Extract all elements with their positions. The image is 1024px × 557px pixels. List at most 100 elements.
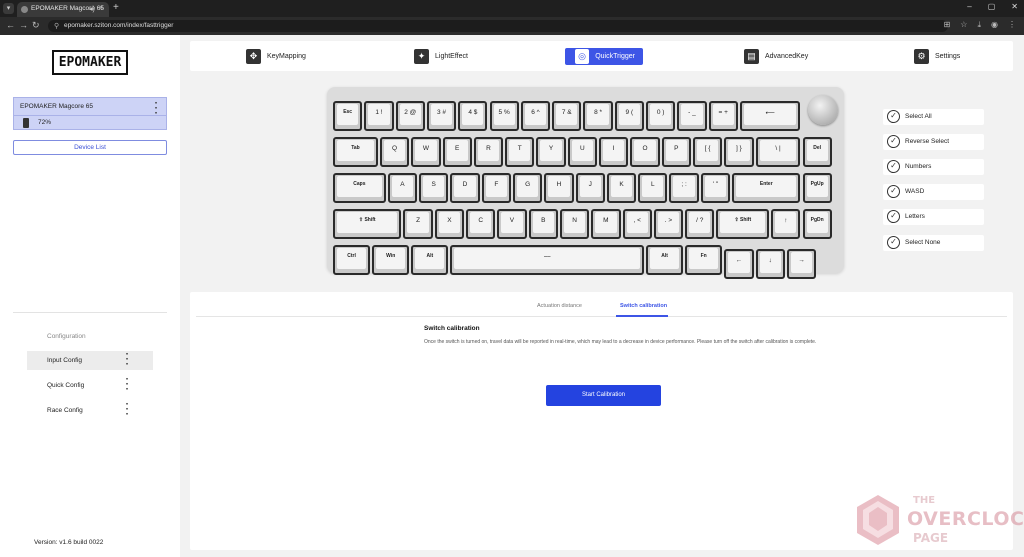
key[interactable]: Win	[372, 245, 410, 275]
select-none-button[interactable]: ✓ Select None	[883, 235, 984, 251]
translate-icon[interactable]: ⊞	[944, 20, 951, 30]
key[interactable]: U	[567, 137, 598, 167]
key[interactable]: C	[466, 209, 496, 239]
key[interactable]: I	[599, 137, 629, 167]
key[interactable]: H	[544, 173, 574, 203]
tab-settings[interactable]: ⚙ Settings	[914, 48, 960, 65]
key[interactable]: V	[497, 209, 527, 239]
minimize-button[interactable]: –	[967, 2, 971, 11]
key[interactable]: →	[786, 249, 817, 279]
key[interactable]: K	[606, 173, 637, 203]
config-more-icon[interactable]: · · ·	[126, 375, 129, 395]
key[interactable]: ↓	[755, 249, 785, 279]
key[interactable]: Enter	[732, 173, 801, 203]
letters-button[interactable]: ✓ Letters	[883, 209, 984, 225]
key[interactable]: 6 ^	[520, 101, 551, 131]
wasd-button[interactable]: ✓ WASD	[883, 184, 984, 200]
key[interactable]: W	[411, 137, 441, 167]
tab-search-icon[interactable]: ▾	[3, 3, 14, 14]
key[interactable]: 2 @	[395, 101, 425, 131]
key[interactable]: ' "	[700, 173, 731, 203]
key[interactable]: Y	[536, 137, 566, 167]
key[interactable]: - _	[677, 101, 707, 131]
key[interactable]: \ |	[755, 137, 801, 167]
key[interactable]: 9 (	[614, 101, 644, 131]
key[interactable]: Ctrl	[333, 245, 371, 275]
tab-quicktrigger[interactable]: ◎ QuickTrigger	[565, 48, 643, 65]
tab-switch-calibration[interactable]: Switch calibration	[620, 303, 667, 309]
key[interactable]: PgUp	[802, 173, 832, 203]
tab-keymapping[interactable]: ✥ KeyMapping	[246, 48, 306, 65]
back-icon[interactable]: ←	[6, 20, 15, 30]
key[interactable]: PgDn	[802, 209, 832, 239]
key[interactable]: D	[450, 173, 480, 203]
key[interactable]: R	[473, 137, 504, 167]
tab-lighteffect[interactable]: ✦ LightEffect	[414, 48, 468, 65]
key[interactable]: Tab	[333, 137, 378, 167]
key[interactable]: G	[512, 173, 543, 203]
reload-icon[interactable]: ↻	[32, 20, 40, 31]
config-more-icon[interactable]: · · ·	[126, 400, 129, 420]
url-field[interactable]: ⚲ epomaker.sziton.com/index/fasttrigger	[48, 20, 948, 32]
site-info-icon[interactable]: ⚲	[54, 22, 59, 30]
key[interactable]: ↑	[771, 209, 801, 239]
tab-close-icon[interactable]: ×	[99, 5, 103, 12]
key[interactable]: Fn	[685, 245, 723, 275]
key[interactable]: 3 #	[426, 101, 457, 131]
select-all-button[interactable]: ✓ Select All	[883, 109, 984, 125]
key[interactable]: E	[442, 137, 472, 167]
key[interactable]: Esc	[333, 101, 363, 131]
key[interactable]: ⎯⎯	[450, 245, 644, 275]
forward-icon[interactable]: →	[19, 20, 28, 30]
key[interactable]: 0 )	[646, 101, 676, 131]
key[interactable]: J	[575, 173, 605, 203]
close-window-button[interactable]: ✕	[1011, 2, 1018, 11]
key[interactable]: 8 *	[583, 101, 613, 131]
key[interactable]: ⟵	[739, 101, 801, 131]
key[interactable]: Alt	[646, 245, 684, 275]
speaker-icon[interactable]: ◂)	[89, 5, 95, 13]
key[interactable]: Z	[403, 209, 433, 239]
key[interactable]: F	[481, 173, 511, 203]
key[interactable]: Caps	[333, 173, 386, 203]
key[interactable]: ⇧ Shift	[333, 209, 402, 239]
key[interactable]: L	[638, 173, 668, 203]
key[interactable]: A	[387, 173, 418, 203]
new-tab-button[interactable]: +	[113, 2, 119, 13]
key[interactable]: ] }	[724, 137, 754, 167]
config-item-race[interactable]: Race Config · · ·	[27, 400, 153, 420]
download-icon[interactable]: ⤓	[977, 20, 981, 30]
key[interactable]: Del	[802, 137, 832, 167]
menu-icon[interactable]: ⋮	[1008, 20, 1016, 30]
config-more-icon[interactable]: · · ·	[126, 350, 129, 370]
key[interactable]: Q	[379, 137, 410, 167]
key[interactable]: 1 !	[364, 101, 394, 131]
key[interactable]: X	[434, 209, 465, 239]
key[interactable]: T	[505, 137, 535, 167]
tab-advancedkey[interactable]: ▤ AdvancedKey	[744, 48, 808, 65]
key[interactable]: 4 $	[458, 101, 488, 131]
key[interactable]: S	[419, 173, 449, 203]
key[interactable]: Alt	[411, 245, 449, 275]
key[interactable]: ←	[724, 249, 754, 279]
key[interactable]: . >	[653, 209, 684, 239]
key[interactable]: O	[630, 137, 660, 167]
browser-tab[interactable]: EPOMAKER Magcore 65 ◂) ×	[17, 2, 109, 17]
key[interactable]: 5 %	[489, 101, 519, 131]
key[interactable]: / ?	[685, 209, 715, 239]
device-card[interactable]: EPOMAKER Magcore 65 · · · 72%	[13, 97, 167, 130]
device-list-button[interactable]: Device List	[13, 140, 167, 155]
numbers-button[interactable]: ✓ Numbers	[883, 159, 984, 175]
key[interactable]: B	[528, 209, 558, 239]
key[interactable]: [ {	[692, 137, 723, 167]
key[interactable]: ; :	[669, 173, 699, 203]
maximize-button[interactable]: ▢	[988, 2, 996, 11]
key[interactable]: = +	[708, 101, 738, 131]
reverse-select-button[interactable]: ✓ Reverse Select	[883, 134, 984, 150]
config-item-quick[interactable]: Quick Config · · ·	[27, 375, 153, 395]
config-item-input[interactable]: Input Config · · ·	[27, 350, 153, 370]
key[interactable]: P	[661, 137, 691, 167]
key[interactable]: , <	[622, 209, 652, 239]
key[interactable]: M	[591, 209, 621, 239]
key[interactable]: N	[559, 209, 590, 239]
